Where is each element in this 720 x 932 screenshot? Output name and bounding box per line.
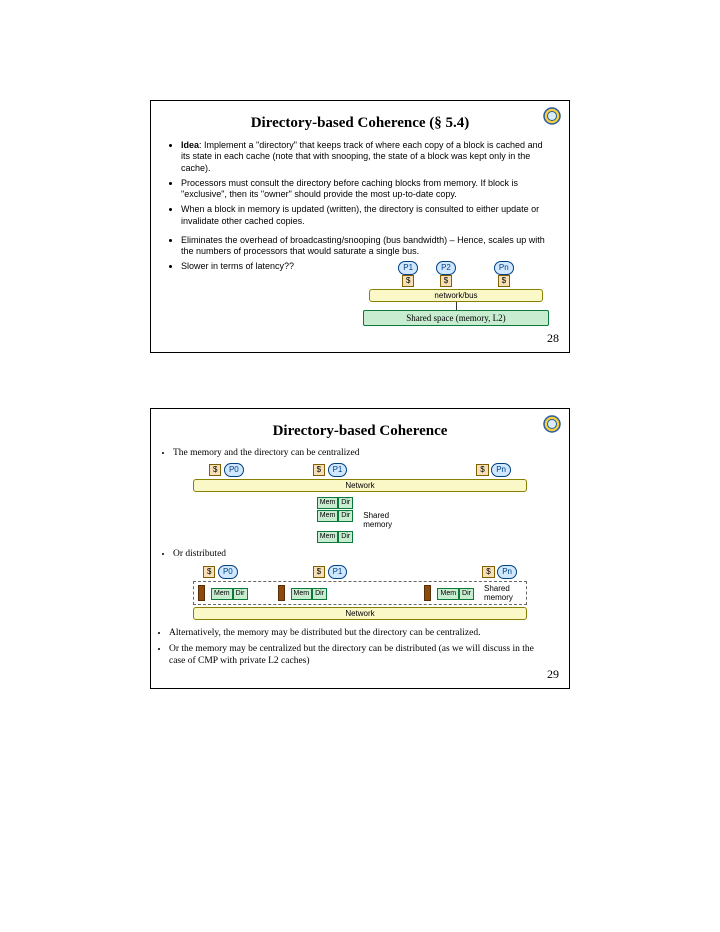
bus-bar: network/bus <box>369 289 543 302</box>
shared-memory-label: Shared memory <box>363 511 403 529</box>
diagram-centralized: $ P0 $ P1 $ Pn Network MemDir MemDir Mem… <box>193 463 527 543</box>
seal-icon <box>543 415 561 435</box>
dir-cell: Dir <box>338 531 353 543</box>
bullet-item: Alternatively, the memory may be distrib… <box>169 628 541 640</box>
dir-cell: Dir <box>338 497 353 509</box>
cache-icon: $ <box>476 464 488 476</box>
page: Directory-based Coherence (§ 5.4) Idea: … <box>0 0 720 784</box>
idea-label: Idea <box>181 140 199 150</box>
bullet-item: Or distributed <box>173 549 547 561</box>
mem-cell: Mem <box>211 588 233 600</box>
bullet-item: Or the memory may be centralized but the… <box>169 644 541 668</box>
proc-node: $ P1 <box>313 565 348 579</box>
cache-icon: $ <box>440 275 452 287</box>
processor-icon: P2 <box>436 261 456 275</box>
connector-icon <box>198 585 205 601</box>
proc-node: P1 $ <box>398 261 418 287</box>
processor-icon: P0 <box>224 463 244 477</box>
slide-title: Directory-based Coherence (§ 5.4) <box>163 115 557 132</box>
bullet-item: Idea: Implement a "directory" that keeps… <box>181 140 547 174</box>
cache-icon: $ <box>313 566 325 578</box>
mem-cell: Mem <box>317 497 339 509</box>
distributed-row: MemDir MemDir MemDir Shared memory <box>193 581 527 605</box>
shared-memory: Shared space (memory, L2) <box>363 310 549 326</box>
cache-icon: $ <box>402 275 414 287</box>
cache-icon: $ <box>209 464 221 476</box>
proc-node: P2 $ <box>436 261 456 287</box>
processor-icon: P1 <box>328 463 348 477</box>
bullet-item: When a block in memory is updated (writt… <box>181 204 547 227</box>
cache-icon: $ <box>482 566 494 578</box>
diagram-distributed: $ P0 $ P1 $ Pn MemDir MemDir MemDir Shar… <box>193 565 527 620</box>
processor-icon: Pn <box>494 261 514 275</box>
network-bar: Network <box>193 607 527 620</box>
slide-title: Directory-based Coherence <box>163 423 557 440</box>
processor-icon: Pn <box>497 565 517 579</box>
mem-cell: Mem <box>291 588 313 600</box>
cache-icon: $ <box>313 464 325 476</box>
mem-dir-stack: MemDir MemDir MemDir <box>317 496 354 543</box>
processor-icon: Pn <box>491 463 511 477</box>
bullet-list: Alternatively, the memory may be distrib… <box>169 628 541 668</box>
connector-icon <box>424 585 431 601</box>
cache-icon: $ <box>498 275 510 287</box>
page-number: 28 <box>547 331 559 346</box>
connector-icon <box>278 585 285 601</box>
page-number: 29 <box>547 667 559 682</box>
shared-memory-label: Shared memory <box>484 584 522 602</box>
proc-node: $ Pn <box>482 565 517 579</box>
bullet-list: Idea: Implement a "directory" that keeps… <box>181 140 547 227</box>
slide-29: Directory-based Coherence The memory and… <box>150 408 570 689</box>
proc-node: $ Pn <box>476 463 511 477</box>
processor-icon: P0 <box>218 565 238 579</box>
mem-cell: Mem <box>317 510 339 522</box>
cache-icon: $ <box>203 566 215 578</box>
dir-cell: Dir <box>459 588 474 600</box>
proc-node: Pn $ <box>494 261 514 287</box>
mem-cell: Mem <box>317 531 339 543</box>
bullet-item: The memory and the directory can be cent… <box>173 448 547 460</box>
dir-cell: Dir <box>312 588 327 600</box>
proc-node: $ P0 <box>203 565 238 579</box>
diagram-bus: P1 $ P2 $ Pn $ network/bus Shared space … <box>363 261 549 326</box>
processor-icon: P1 <box>328 565 348 579</box>
mem-cell: Mem <box>437 588 459 600</box>
bullet-list: Or distributed <box>173 549 547 561</box>
dir-cell: Dir <box>233 588 248 600</box>
slide-28: Directory-based Coherence (§ 5.4) Idea: … <box>150 100 570 353</box>
seal-icon <box>543 107 561 127</box>
proc-node: $ P0 <box>209 463 244 477</box>
bullet-item: Processors must consult the directory be… <box>181 178 547 201</box>
proc-node: $ P1 <box>313 463 348 477</box>
processor-icon: P1 <box>398 261 418 275</box>
dir-cell: Dir <box>338 510 353 522</box>
network-bar: Network <box>193 479 527 492</box>
bullet-list: The memory and the directory can be cent… <box>173 448 547 460</box>
bullet-item: Eliminates the overhead of broadcasting/… <box>181 235 547 258</box>
bullet-text: : Implement a "directory" that keeps tra… <box>181 140 543 173</box>
